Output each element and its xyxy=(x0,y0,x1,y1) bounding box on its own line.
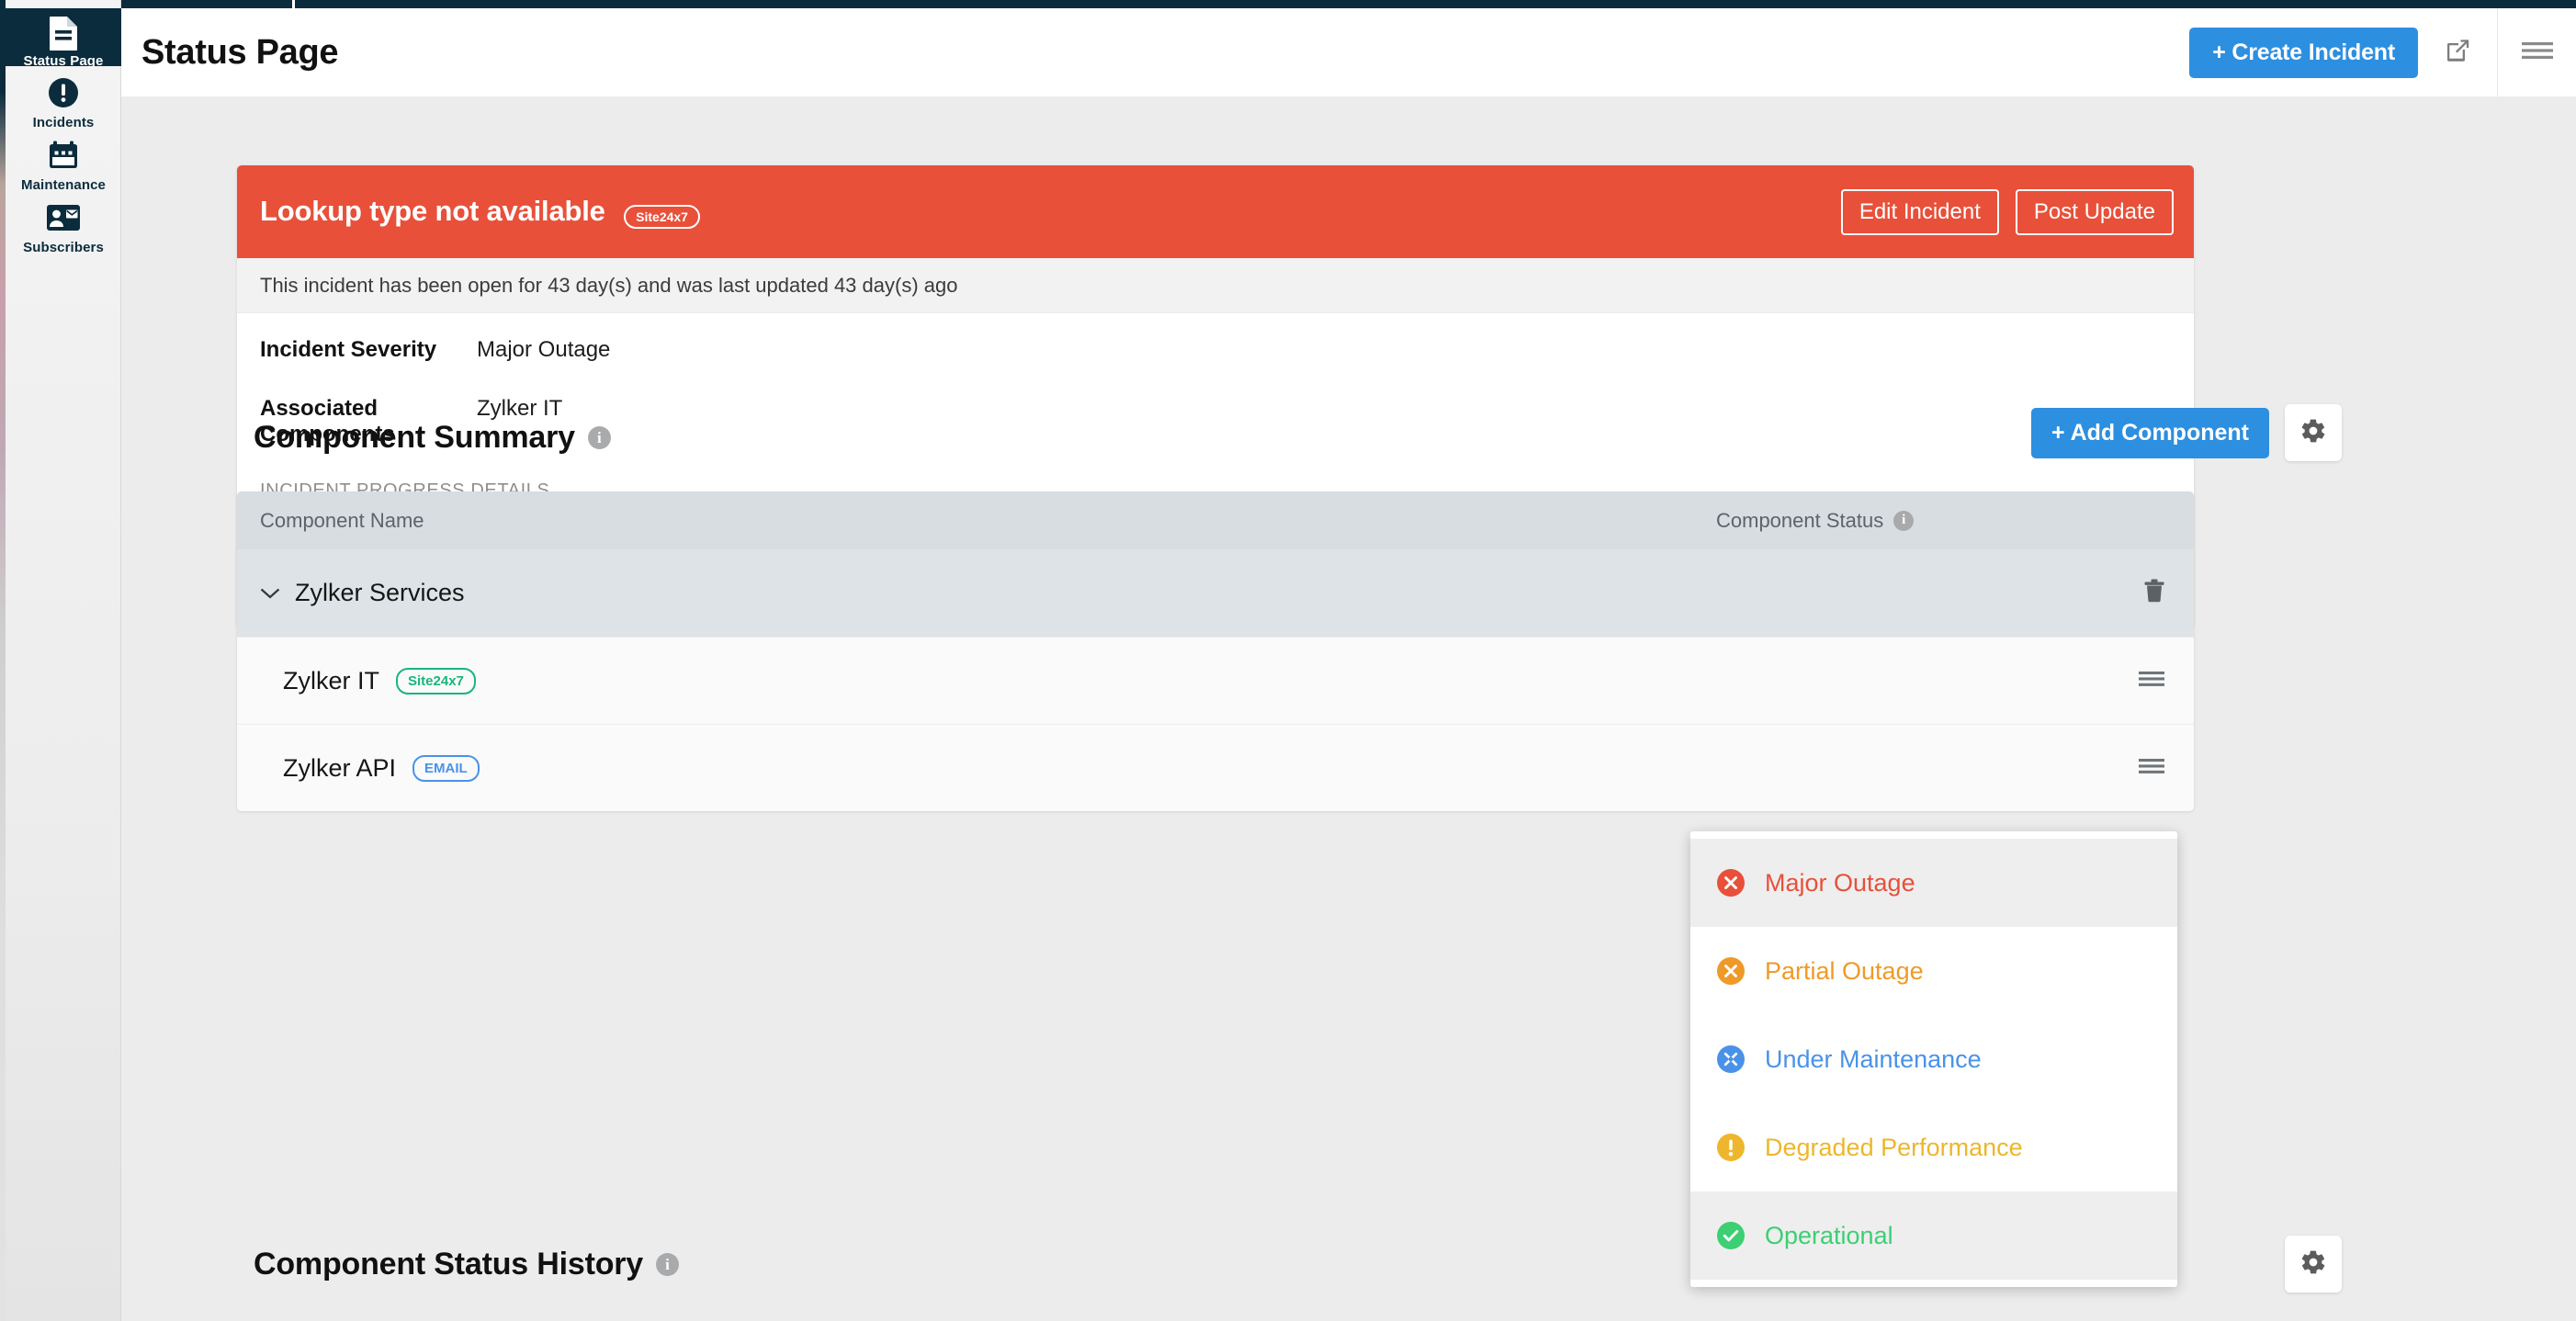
status-option-label: Major Outage xyxy=(1765,868,1915,897)
trash-icon xyxy=(2144,579,2164,607)
header-actions: + Create Incident xyxy=(2189,8,2576,96)
component-row[interactable]: Zylker IT Site24x7 xyxy=(237,637,2194,724)
document-icon xyxy=(49,16,78,51)
status-history-title-wrap: Component Status History i xyxy=(121,1247,680,1282)
component-group-name: Zylker Services xyxy=(295,579,465,606)
status-option-partial-outage[interactable]: Partial Outage xyxy=(1690,927,2177,1015)
open-external-button[interactable] xyxy=(2418,8,2497,96)
status-history-settings-button[interactable] xyxy=(2285,1236,2342,1293)
incident-banner-actions: Edit Incident Post Update xyxy=(1840,188,2174,235)
create-incident-button[interactable]: + Create Incident xyxy=(2189,27,2418,78)
component-row-tag: Site24x7 xyxy=(396,667,476,694)
component-row-name-wrap: Zylker API EMAIL xyxy=(283,754,480,783)
status-history-heading: Component Status History i xyxy=(121,1236,2576,1293)
page-title: Status Page xyxy=(141,32,339,72)
sidebar-item-label-maintenance: Maintenance xyxy=(21,176,106,193)
edit-incident-button[interactable]: Edit Incident xyxy=(1840,188,1999,235)
column-header-component-status-label: Component Status xyxy=(1716,508,1884,532)
drag-handle-button[interactable] xyxy=(2139,671,2164,692)
wrench-circle-icon xyxy=(1717,1045,1745,1073)
component-summary-settings-button[interactable] xyxy=(2285,404,2342,461)
component-row-name-wrap: Zylker IT Site24x7 xyxy=(283,667,476,695)
x-circle-icon xyxy=(1717,869,1745,897)
incident-severity-value: Major Outage xyxy=(477,337,611,362)
status-option-label: Degraded Performance xyxy=(1765,1133,2023,1161)
hamburger-menu-icon xyxy=(2521,40,2553,65)
drag-handle-icon xyxy=(2139,671,2164,692)
gear-icon xyxy=(2299,417,2327,449)
status-history-actions xyxy=(2285,1236,2342,1293)
component-row[interactable]: Zylker API EMAIL xyxy=(237,724,2194,811)
incident-title-wrap: Lookup type not available Site24x7 xyxy=(260,195,700,229)
top-header-bar: Status Page + Create Incident xyxy=(121,8,2576,96)
status-option-under-maintenance[interactable]: Under Maintenance xyxy=(1690,1015,2177,1103)
incident-source-tag: Site24x7 xyxy=(624,204,700,229)
incident-banner: Lookup type not available Site24x7 Edit … xyxy=(237,165,2194,258)
external-link-icon xyxy=(2444,37,2471,69)
component-row-tag: EMAIL xyxy=(412,754,480,782)
post-update-button[interactable]: Post Update xyxy=(2015,188,2174,235)
gear-icon xyxy=(2299,1248,2327,1281)
component-row-name: Zylker API xyxy=(283,753,397,782)
status-option-degraded-performance[interactable]: Degraded Performance xyxy=(1690,1103,2177,1191)
status-option-operational[interactable]: Operational xyxy=(1690,1191,2177,1280)
component-summary-heading: Component Summary i + Add Component xyxy=(121,404,2576,461)
component-status-dropdown[interactable]: Major Outage Partial Outage Under Mainte… xyxy=(1690,831,2177,1287)
sidebar-item-label-subscribers: Subscribers xyxy=(23,239,104,255)
sidebar-item-subscribers[interactable]: Subscribers xyxy=(6,197,121,259)
component-summary-title: Component Summary xyxy=(254,420,575,455)
menu-button[interactable] xyxy=(2497,8,2576,96)
window-top-notch xyxy=(292,0,295,8)
x-circle-icon xyxy=(1717,957,1745,985)
status-history-title: Component Status History xyxy=(254,1247,644,1281)
component-row-name: Zylker IT xyxy=(283,666,379,694)
contact-card-icon xyxy=(46,201,81,234)
active-incidents-heading: Active Incidents i xyxy=(121,96,526,97)
chevron-down-icon[interactable] xyxy=(260,587,280,600)
incident-severity-label: Incident Severity xyxy=(260,337,437,362)
active-incidents-title: Active Incidents xyxy=(254,96,491,97)
drag-handle-button[interactable] xyxy=(2139,758,2164,779)
status-option-label: Operational xyxy=(1765,1221,1893,1249)
warning-circle-icon xyxy=(1717,1134,1745,1161)
component-summary-title-wrap: Component Summary i xyxy=(121,420,611,456)
info-icon[interactable]: i xyxy=(1893,510,1915,531)
calendar-icon xyxy=(48,139,79,172)
column-header-component-status: Component Status i xyxy=(1716,508,1915,533)
component-summary-table: Component Name Component Status i Zylker… xyxy=(237,491,2194,811)
sidebar-item-incidents[interactable]: Incidents xyxy=(6,72,121,134)
info-icon[interactable]: i xyxy=(587,426,611,449)
component-table-header: Component Name Component Status i xyxy=(237,491,2194,549)
sidebar-brand[interactable]: Status Page xyxy=(6,8,121,69)
main-content: Active Incidents i Lookup type not avail… xyxy=(121,96,2576,1321)
add-component-button[interactable]: + Add Component xyxy=(2030,407,2269,458)
incident-title: Lookup type not available xyxy=(260,195,605,228)
drag-handle-icon xyxy=(2139,758,2164,779)
detail-row: Incident Severity Major Outage xyxy=(260,337,2171,363)
app-root: Status Page Incidents Maintenance Subscr… xyxy=(0,0,2576,1321)
alert-circle-icon xyxy=(48,76,79,109)
associated-components-value: Zylker IT xyxy=(477,396,563,421)
delete-group-button[interactable] xyxy=(2144,579,2164,607)
component-summary-actions: + Add Component xyxy=(2030,404,2342,461)
info-icon[interactable]: i xyxy=(656,1253,680,1276)
sidebar-item-label-incidents: Incidents xyxy=(32,114,95,130)
left-sidebar: Status Page Incidents Maintenance Subscr… xyxy=(0,0,121,1321)
incident-meta-text: This incident has been open for 43 day(s… xyxy=(237,258,2194,313)
window-top-strip xyxy=(0,0,2576,8)
component-group-row[interactable]: Zylker Services xyxy=(237,549,2194,637)
column-header-component-name: Component Name xyxy=(260,508,424,532)
status-option-major-outage[interactable]: Major Outage xyxy=(1690,839,2177,927)
sidebar-item-maintenance[interactable]: Maintenance xyxy=(6,134,121,197)
sidebar-brand-label: Status Page xyxy=(23,53,104,69)
status-option-label: Under Maintenance xyxy=(1765,1044,1982,1073)
check-circle-icon xyxy=(1717,1222,1745,1249)
status-option-label: Partial Outage xyxy=(1765,956,1924,985)
